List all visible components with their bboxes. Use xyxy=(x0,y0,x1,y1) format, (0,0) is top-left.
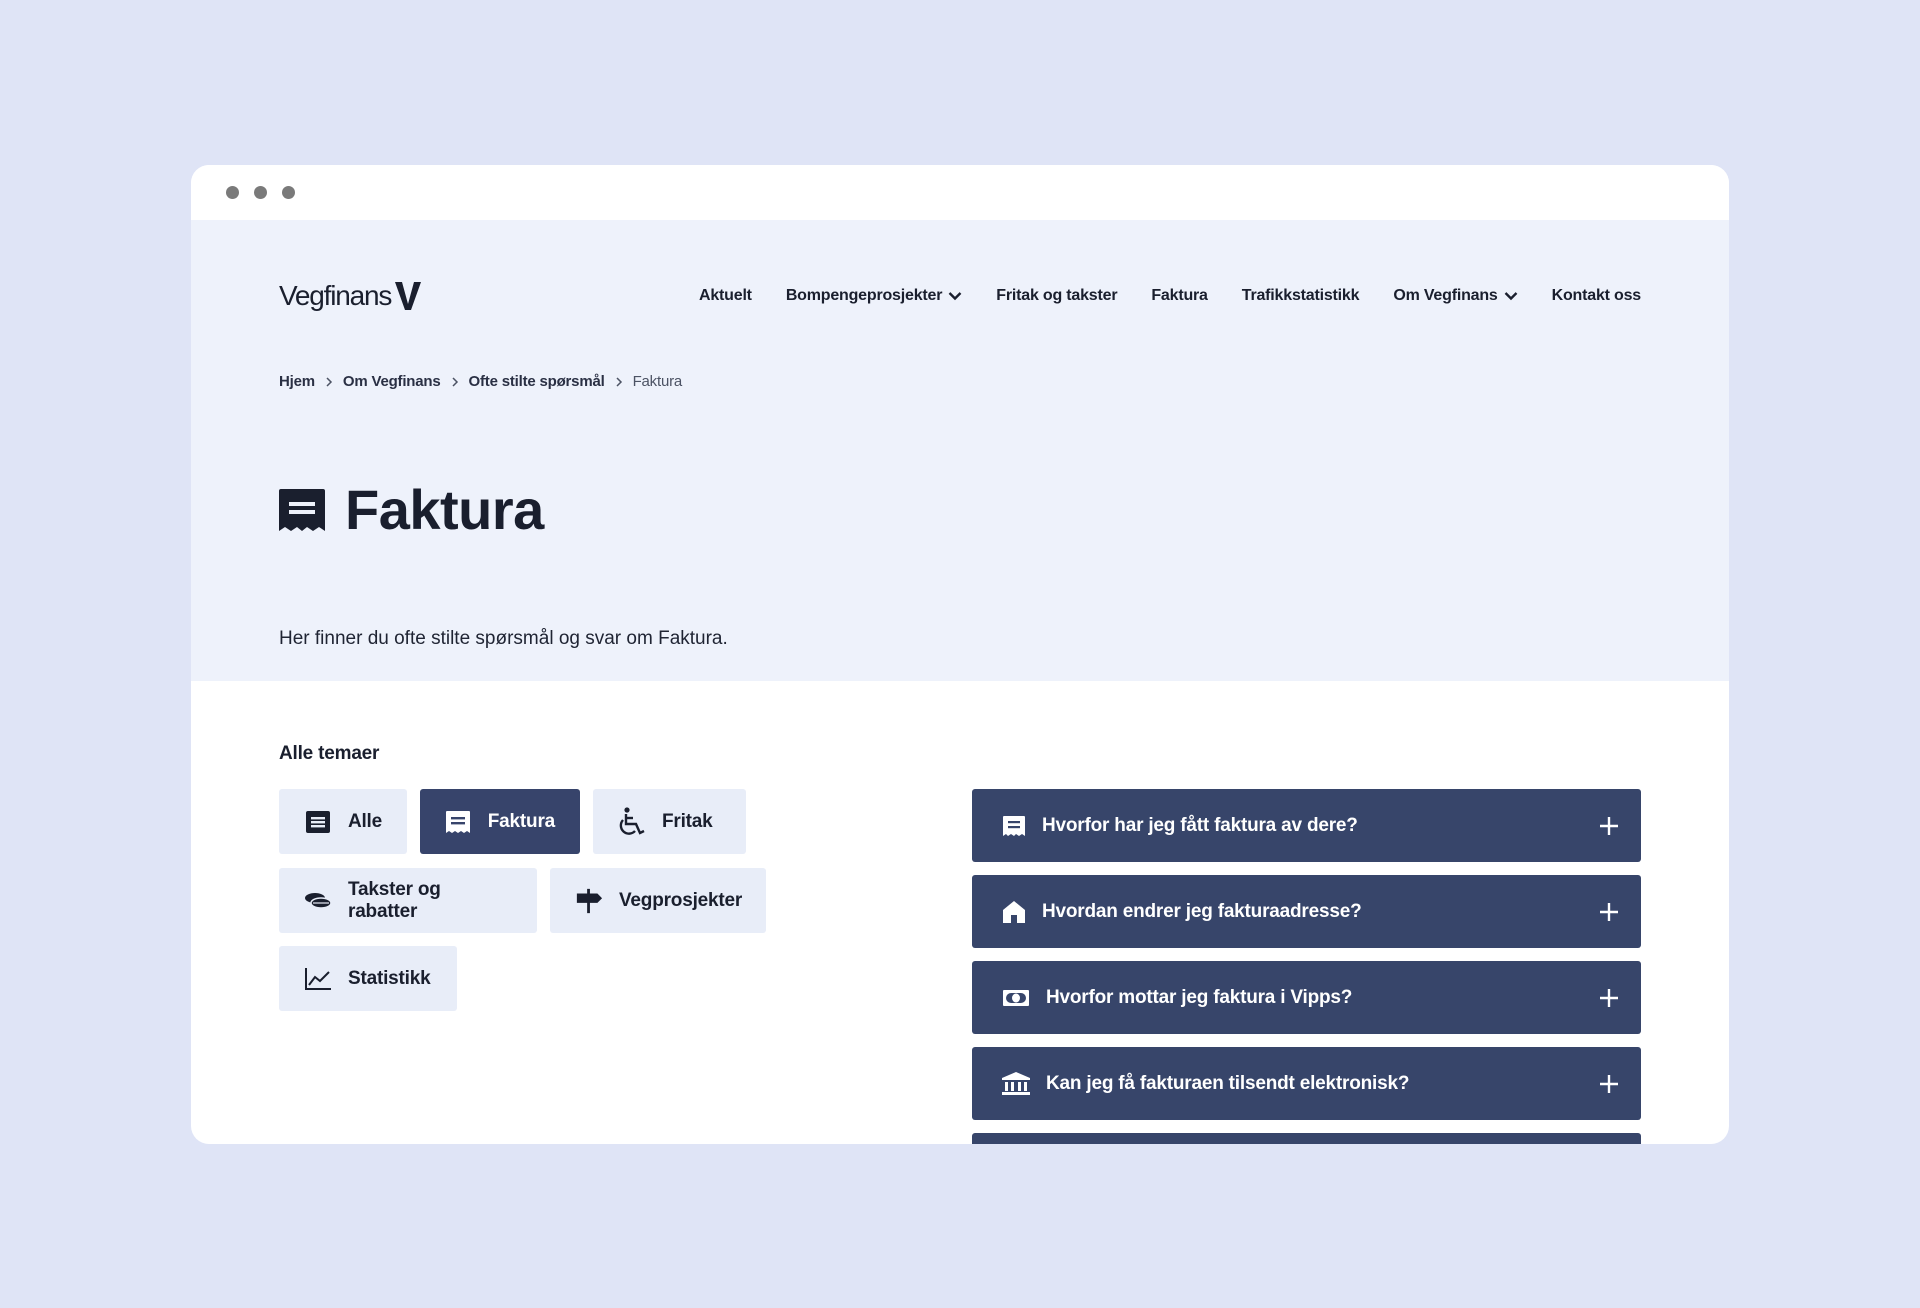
breadcrumb-om-vegfinans[interactable]: Om Vegfinans xyxy=(343,373,441,390)
faq-item-partial[interactable] xyxy=(972,1133,1641,1144)
nav-label: Om Vegfinans xyxy=(1393,287,1498,304)
nav-label: Faktura xyxy=(1151,287,1208,304)
faq-item[interactable]: Hvorfor mottar jeg faktura i Vipps? xyxy=(972,961,1641,1034)
wheelchair-icon xyxy=(618,806,646,836)
chevron-down-icon xyxy=(1504,292,1517,301)
invoice-icon xyxy=(1000,812,1028,840)
chevron-right-icon xyxy=(326,376,332,387)
nav-item-om-vegfinans[interactable]: Om Vegfinans xyxy=(1393,287,1517,305)
nav-label: Fritak og takster xyxy=(996,287,1118,304)
chip-label: Faktura xyxy=(487,810,555,832)
logo-wordmark: Vegfinans xyxy=(279,280,392,311)
theme-chip-statistikk[interactable]: Statistikk xyxy=(279,946,457,1011)
chip-label: Takster og rabatter xyxy=(348,878,441,922)
money-icon xyxy=(1000,984,1032,1012)
bank-icon xyxy=(1000,1070,1032,1098)
plus-icon[interactable] xyxy=(1597,1072,1621,1096)
theme-chip-fritak[interactable]: Fritak xyxy=(593,789,746,854)
window-dot xyxy=(226,186,239,199)
site-header: Vegfinans Aktuelt Bompengeprosjekter Fri… xyxy=(279,280,1641,312)
plus-icon[interactable] xyxy=(1597,986,1621,1010)
nav-label: Aktuelt xyxy=(698,287,752,304)
nav-item-trafikkstatistikk[interactable]: Trafikkstatistikk xyxy=(1242,287,1360,305)
faq-item[interactable]: Kan jeg få fakturaen tilsendt elektronis… xyxy=(972,1047,1641,1120)
signpost-icon xyxy=(575,887,603,915)
faq-question: Hvorfor mottar jeg faktura i Vipps? xyxy=(1046,986,1353,1008)
content-section: Alle temaer Alle Faktura Fritak Takster … xyxy=(191,681,1729,1144)
chip-label: Fritak xyxy=(662,810,713,832)
theme-chip-faktura[interactable]: Faktura xyxy=(420,789,580,854)
plus-icon[interactable] xyxy=(1597,900,1621,924)
breadcrumb-current: Faktura xyxy=(632,373,683,390)
nav-item-kontakt-oss[interactable]: Kontakt oss xyxy=(1551,287,1642,305)
nav-label: Bompengeprosjekter xyxy=(785,287,943,304)
chip-label: Vegprosjekter xyxy=(619,889,743,911)
logo-mark-icon xyxy=(395,282,422,310)
nav-item-bompengeprosjekter[interactable]: Bompengeprosjekter xyxy=(786,287,962,305)
window-dot xyxy=(282,186,295,199)
chip-label: Alle xyxy=(347,810,382,832)
theme-chip-alle[interactable]: Alle xyxy=(279,789,407,854)
chevron-down-icon xyxy=(948,292,962,301)
list-icon xyxy=(304,808,332,836)
page-intro: Her finner du ofte stilte spørsmål og sv… xyxy=(279,628,728,649)
faq-item[interactable]: Hvordan endrer jeg fakturaadresse? xyxy=(972,875,1641,948)
browser-window: Vegfinans Aktuelt Bompengeprosjekter Fri… xyxy=(191,165,1729,1144)
nav-label: Kontakt oss xyxy=(1551,287,1642,304)
invoice-icon xyxy=(279,488,325,531)
nav-item-fritak-og-takster[interactable]: Fritak og takster xyxy=(996,287,1117,305)
coins-icon xyxy=(304,887,332,915)
theme-chip-takster-og-rabatter[interactable]: Takster og rabatter xyxy=(279,868,537,933)
site-logo[interactable]: Vegfinans xyxy=(279,280,422,312)
faq-list: Hvorfor har jeg fått faktura av dere? Hv… xyxy=(972,789,1641,1144)
hero-section: Vegfinans Aktuelt Bompengeprosjekter Fri… xyxy=(191,220,1729,681)
breadcrumb-ofte-stilte-sporsmal[interactable]: Ofte stilte spørsmål xyxy=(469,373,605,390)
page-title-row: Faktura xyxy=(279,477,544,542)
theme-chip-vegprosjekter[interactable]: Vegprosjekter xyxy=(550,868,766,933)
window-dot xyxy=(254,186,267,199)
themes-heading: Alle temaer xyxy=(279,743,380,764)
main-nav: Aktuelt Bompengeprosjekter Fritak og tak… xyxy=(699,287,1641,305)
house-icon xyxy=(1000,898,1028,926)
breadcrumb-hjem[interactable]: Hjem xyxy=(279,373,315,390)
faq-question: Hvordan endrer jeg fakturaadresse? xyxy=(1042,900,1362,922)
window-titlebar xyxy=(191,165,1729,220)
breadcrumb: Hjem Om Vegfinans Ofte stilte spørsmål F… xyxy=(279,373,682,390)
invoice-icon xyxy=(445,808,472,836)
nav-item-faktura[interactable]: Faktura xyxy=(1151,287,1208,305)
faq-question: Hvorfor har jeg fått faktura av dere? xyxy=(1042,814,1358,836)
faq-question: Kan jeg få fakturaen tilsendt elektronis… xyxy=(1046,1072,1410,1094)
chevron-right-icon xyxy=(616,376,622,387)
page-title: Faktura xyxy=(345,478,544,541)
faq-item[interactable]: Hvorfor har jeg fått faktura av dere? xyxy=(972,789,1641,862)
nav-item-aktuelt[interactable]: Aktuelt xyxy=(699,287,752,305)
nav-label: Trafikkstatistikk xyxy=(1241,287,1360,304)
line-chart-icon xyxy=(304,965,332,993)
chip-label: Statistikk xyxy=(348,967,431,989)
chevron-right-icon xyxy=(452,376,458,387)
plus-icon[interactable] xyxy=(1597,814,1621,838)
